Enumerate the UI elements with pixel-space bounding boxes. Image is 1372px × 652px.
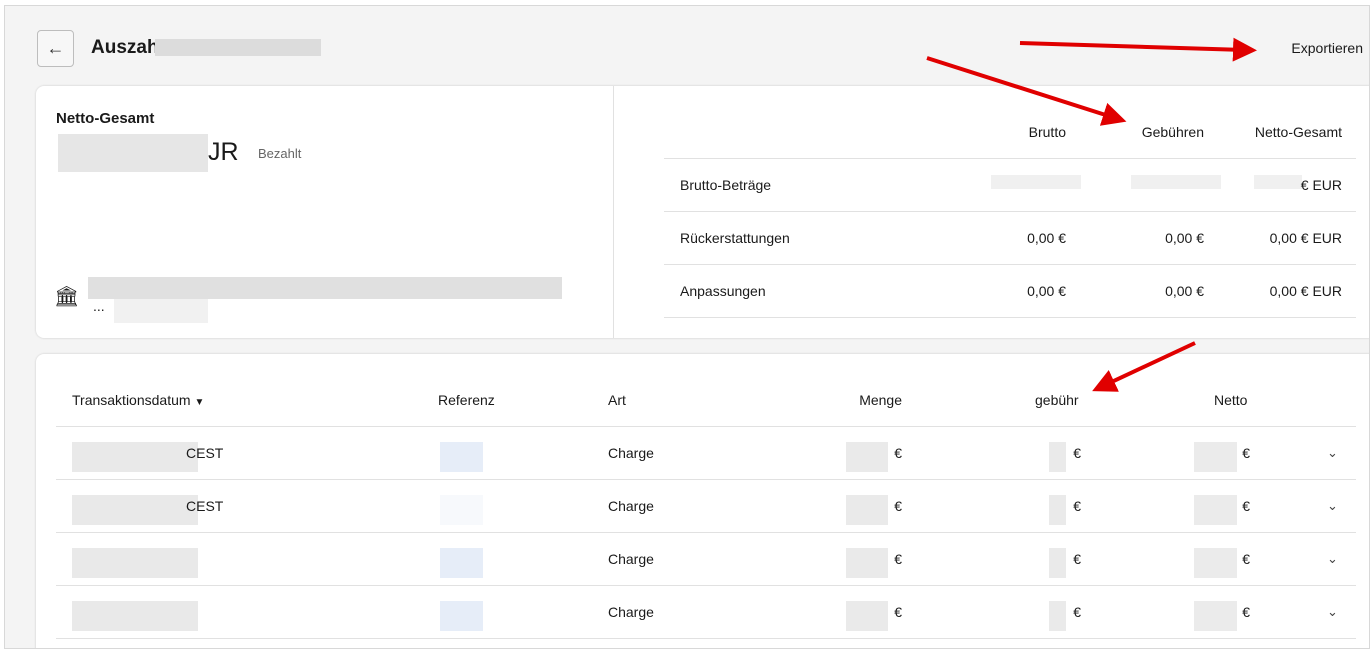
annotation-arrows (926, 37, 1257, 392)
arrow-to-export (1019, 37, 1257, 62)
arrow-to-fees (926, 56, 1127, 126)
arrow-to-fee-column (1092, 341, 1196, 392)
page: ← Auszah Exportieren Netto-Gesamt JR Bez… (4, 5, 1370, 649)
